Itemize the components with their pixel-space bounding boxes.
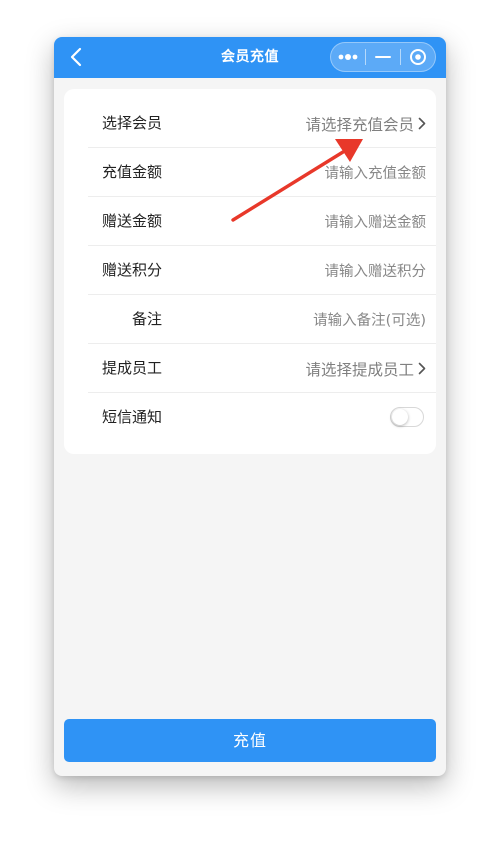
member-select-placeholder: 请选择充值会员 [305,115,414,134]
bonus-points-label: 赠送积分 [102,261,163,279]
amount-label: 充值金额 [102,163,163,181]
form-row-bonus-points: 赠送积分 请输入赠送积分 [88,246,436,295]
staff-label: 提成员工 [102,359,163,377]
mini-program-window: 会员充值 选择会员 请选择充值会员 充值金额 请输入充值金额 赠送金额 请输入赠… [54,37,446,776]
more-button[interactable] [331,43,365,71]
form-row-remark: 备注 请输入备注(可选) [88,295,436,344]
bonus-amount-input[interactable]: 请输入赠送金额 [325,197,427,246]
close-target-icon [410,49,426,65]
remark-label: 备注 [132,310,163,328]
minimize-button[interactable] [366,43,400,71]
form-row-member[interactable]: 选择会员 请选择充值会员 [88,99,436,148]
form-row-bonus-amount: 赠送金额 请输入赠送金额 [88,197,436,246]
capsule-menu [330,42,436,72]
more-dots-icon [338,54,358,60]
recharge-button[interactable]: 充值 [64,719,436,762]
chevron-right-icon [418,117,426,130]
minimize-icon [375,56,391,58]
toggle-knob [392,409,408,425]
form-row-sms: 短信通知 [88,393,436,442]
close-button[interactable] [401,43,435,71]
member-label: 选择会员 [102,114,163,132]
recharge-form-card: 选择会员 请选择充值会员 充值金额 请输入充值金额 赠送金额 请输入赠送金额 赠… [64,89,436,454]
member-select[interactable]: 请选择充值会员 [305,99,426,148]
staff-select[interactable]: 请选择提成员工 [305,344,426,393]
chevron-right-icon [418,362,426,375]
bonus-amount-label: 赠送金额 [102,212,163,230]
title-bar: 会员充值 [54,37,446,78]
form-row-amount: 充值金额 请输入充值金额 [88,148,436,197]
sms-toggle[interactable] [390,407,424,427]
form-row-staff[interactable]: 提成员工 请选择提成员工 [88,344,436,393]
staff-select-placeholder: 请选择提成员工 [305,360,414,379]
remark-input[interactable]: 请输入备注(可选) [313,295,426,344]
bonus-points-input[interactable]: 请输入赠送积分 [325,246,427,295]
amount-input[interactable]: 请输入充值金额 [325,148,427,197]
sms-label: 短信通知 [102,408,163,426]
